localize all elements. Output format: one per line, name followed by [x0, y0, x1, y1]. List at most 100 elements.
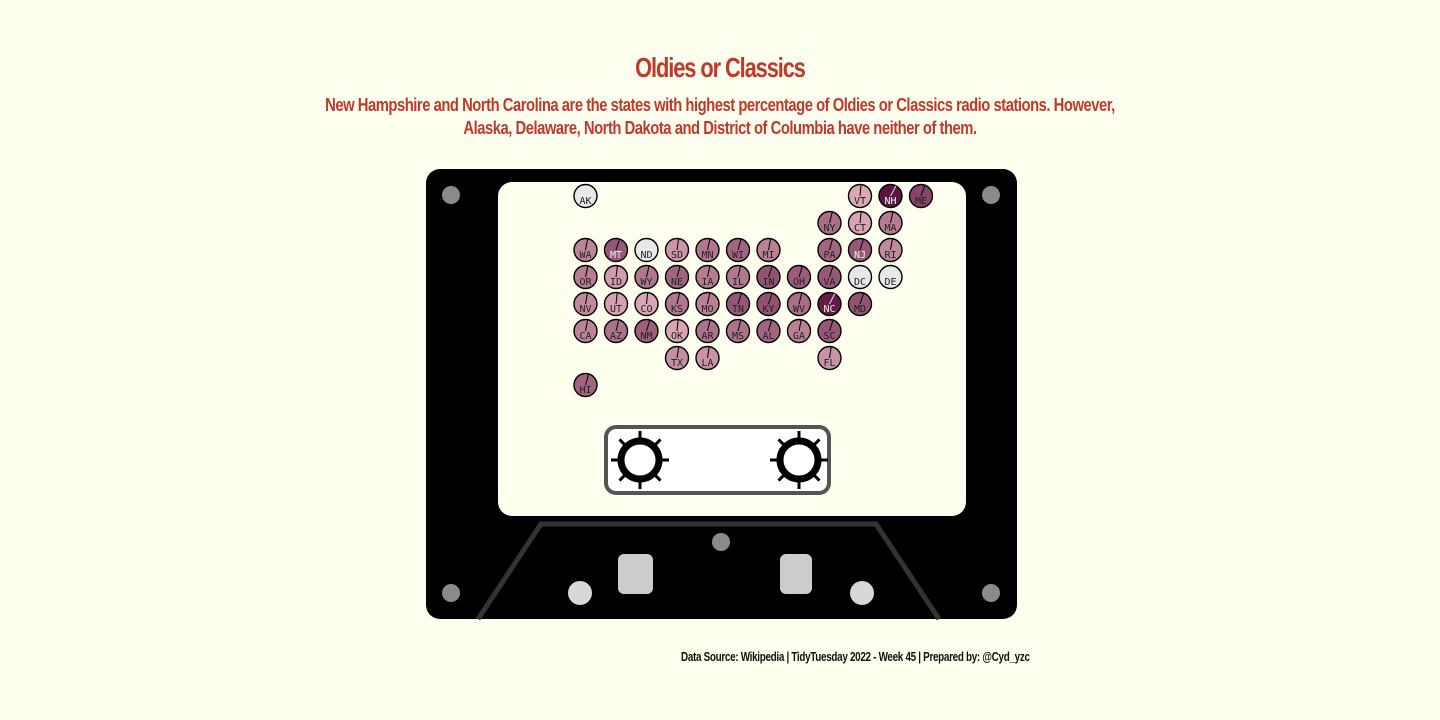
state-tile-ks: KS — [664, 291, 690, 317]
state-label: AZ — [610, 331, 622, 342]
state-label: DC — [854, 277, 866, 288]
state-label: WV — [793, 304, 805, 315]
state-tile-mn: MN — [695, 237, 720, 263]
state-tile-ut: UT — [603, 291, 629, 317]
state-label: KS — [671, 304, 683, 315]
state-label: AK — [579, 196, 591, 207]
state-tile-oh: OH — [786, 264, 812, 290]
state-tile-fl: FL — [817, 345, 842, 371]
screw-bottom-right — [982, 584, 1000, 602]
state-tile-mi: MI — [756, 237, 781, 263]
state-tile-ct: CT — [847, 210, 873, 236]
state-tile-nh: NH — [878, 183, 903, 209]
state-label: MS — [732, 331, 744, 342]
state-label: MD — [854, 304, 866, 315]
state-label: SD — [671, 250, 683, 261]
state-label: IL — [732, 277, 744, 288]
state-tile-ca: CA — [573, 318, 598, 344]
state-tile-hi: HI — [573, 372, 598, 398]
state-tile-pa: PA — [817, 237, 842, 263]
state-tile-wv: WV — [786, 291, 812, 317]
state-label: AR — [701, 331, 714, 342]
state-label: RI — [884, 250, 896, 261]
state-label: HI — [579, 385, 591, 396]
state-tile-nj: NJ — [847, 237, 873, 263]
state-label: CO — [640, 304, 652, 315]
state-tile-nc: NC — [817, 291, 842, 317]
state-label: OK — [671, 331, 683, 342]
state-label: NH — [884, 196, 896, 207]
state-tile-ar: AR — [695, 318, 720, 344]
state-label: NE — [671, 277, 683, 288]
state-tile-tx: TX — [664, 345, 690, 371]
cassette-body — [426, 169, 1017, 621]
state-tile-nm: NM — [634, 318, 659, 344]
state-label: KY — [762, 304, 774, 315]
state-tile-nd: ND — [634, 237, 659, 263]
state-label: ME — [915, 196, 927, 207]
state-label: AL — [762, 331, 774, 342]
hole-right — [850, 581, 874, 605]
state-tile-ak: AK — [573, 183, 598, 209]
state-label: WY — [640, 277, 652, 288]
cassette-chart: AK VT NH ME NY CT MA WA MT ND SD MN WI MI PA NJ RI OR ID WY… — [426, 169, 1017, 621]
state-label: NV — [579, 304, 591, 315]
state-tile-sd: SD — [664, 237, 690, 263]
reel-ring — [776, 437, 822, 483]
square-hole-left — [618, 554, 653, 594]
state-tile-ga: GA — [786, 318, 812, 344]
state-tile-al: AL — [756, 318, 781, 344]
state-label: CA — [579, 331, 591, 342]
state-label: OR — [579, 277, 592, 288]
state-tile-wy: WY — [634, 264, 659, 290]
reel-left — [611, 431, 669, 489]
state-label: MI — [762, 250, 774, 261]
state-label: VA — [823, 277, 835, 288]
state-tile-ky: KY — [756, 291, 781, 317]
state-tile-ia: IA — [695, 264, 720, 290]
state-tile-az: AZ — [603, 318, 629, 344]
state-tile-co: CO — [634, 291, 659, 317]
state-tile-il: IL — [725, 264, 751, 290]
state-label: SC — [823, 331, 835, 342]
state-tile-in: IN — [756, 264, 781, 290]
state-tile-tn: TN — [725, 291, 751, 317]
state-tile-ne: NE — [664, 264, 690, 290]
state-label: OH — [793, 277, 805, 288]
state-tile-dc: DC — [847, 264, 873, 290]
state-tile-md: MD — [847, 291, 873, 317]
state-tile-vt: VT — [847, 183, 873, 209]
state-label: FL — [823, 358, 835, 369]
state-tile-sc: SC — [817, 318, 842, 344]
state-label: NY — [823, 223, 835, 234]
screw-top-right — [982, 186, 1000, 204]
state-label: DE — [884, 277, 896, 288]
state-label: NJ — [854, 250, 866, 261]
state-label: GA — [793, 331, 805, 342]
screw-bottom-left — [442, 584, 460, 602]
state-label: WI — [732, 250, 744, 261]
state-label: MN — [701, 250, 713, 261]
state-tile-ri: RI — [878, 237, 903, 263]
state-tile-va: VA — [817, 264, 842, 290]
screw-top-left — [442, 186, 460, 204]
state-label: PA — [823, 250, 835, 261]
state-label: IN — [762, 277, 774, 288]
state-tile-ok: OK — [664, 318, 690, 344]
state-tile-me: ME — [908, 183, 934, 209]
state-tile-mo: MO — [695, 291, 720, 317]
state-label: LA — [701, 358, 713, 369]
caption: Data Source: Wikipedia | TidyTuesday 202… — [681, 649, 1030, 664]
center-screw — [712, 533, 730, 551]
state-tile-wa: WA — [573, 237, 598, 263]
hole-left — [568, 581, 592, 605]
state-label: NC — [823, 304, 835, 315]
state-label: IA — [701, 277, 713, 288]
reel-right — [770, 431, 828, 489]
state-tile-ma: MA — [878, 210, 903, 236]
state-label: NM — [640, 331, 652, 342]
state-label: ID — [610, 277, 622, 288]
state-tile-ms: MS — [725, 318, 751, 344]
state-label: TN — [732, 304, 744, 315]
state-tile-nv: NV — [573, 291, 598, 317]
